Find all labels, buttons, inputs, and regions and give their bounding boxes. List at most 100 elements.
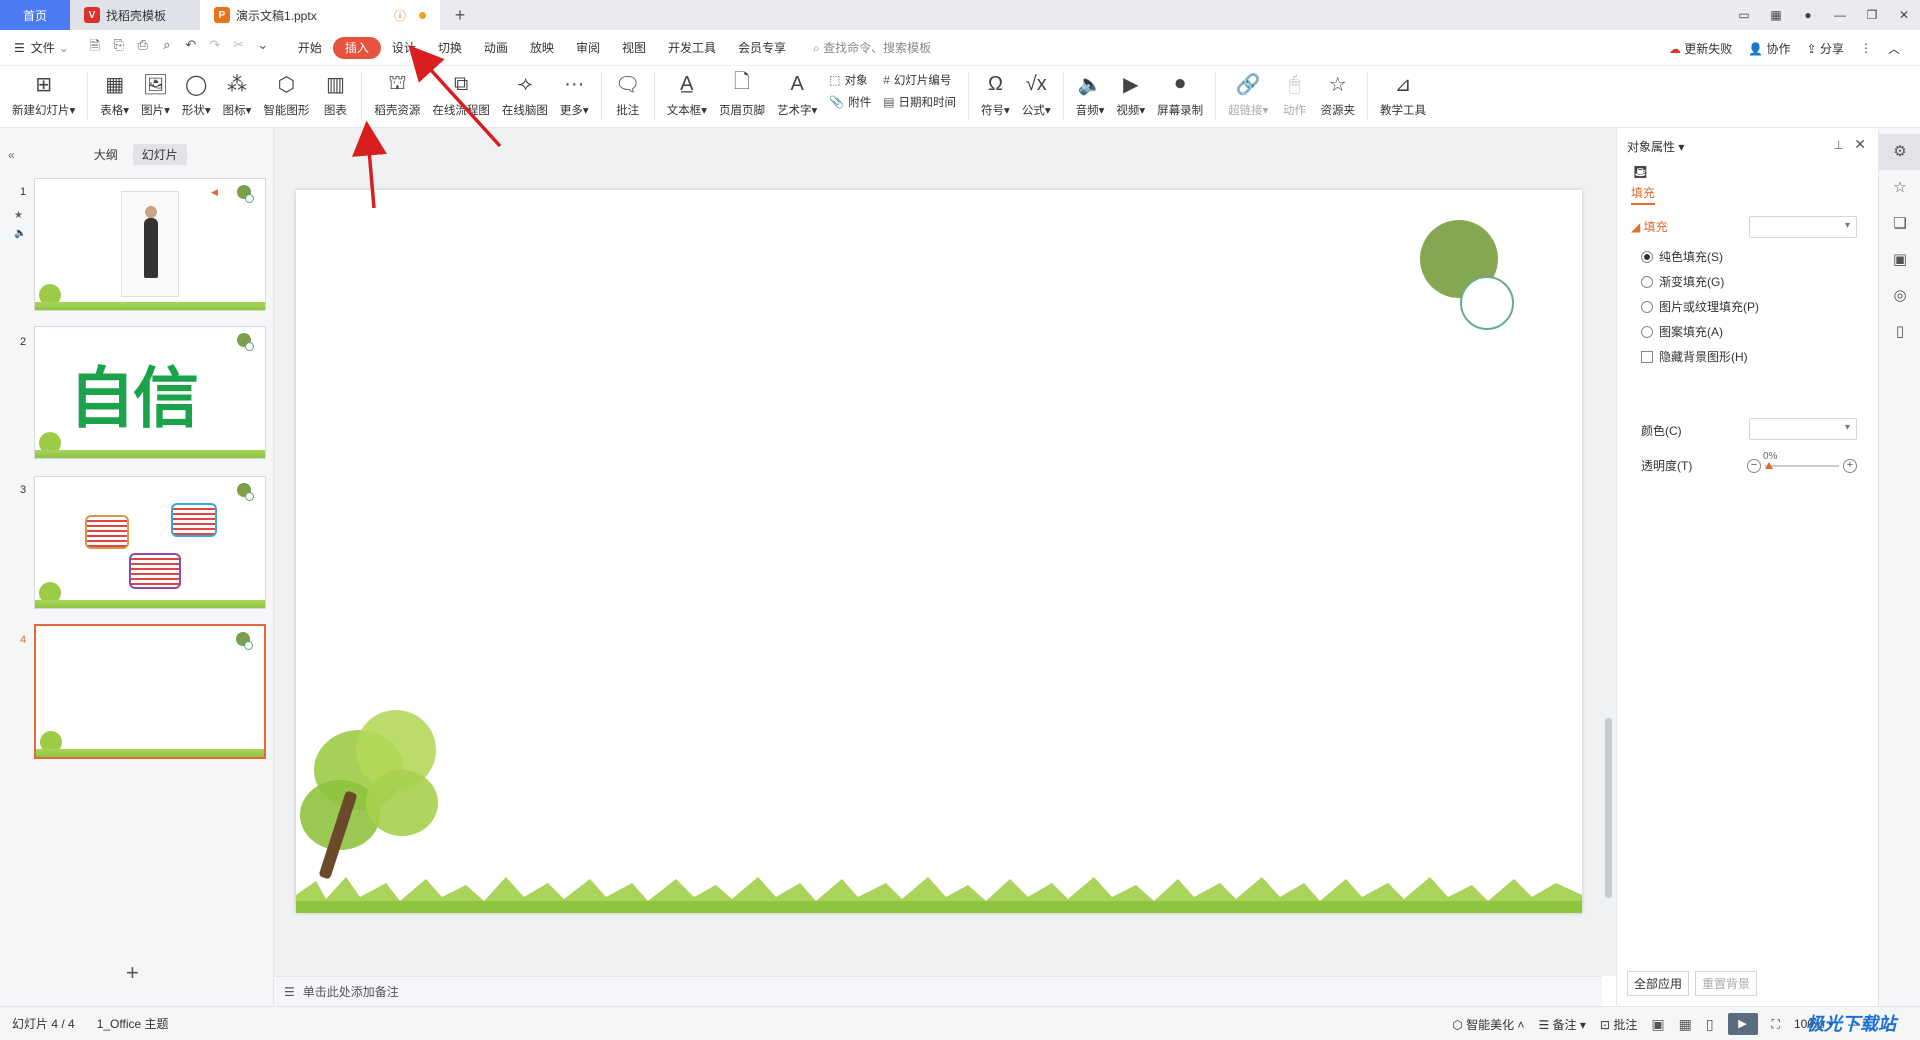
tab-fill[interactable]: 填充 xyxy=(1631,184,1656,205)
picture-tools-icon[interactable]: ▣ xyxy=(1879,242,1920,278)
panel-title[interactable]: 对象属性 ▾ xyxy=(1627,138,1684,155)
add-slide-button[interactable]: + xyxy=(126,960,139,986)
notes-toggle-button[interactable]: ☰ 备注 ▾ xyxy=(1538,1016,1585,1033)
normal-view-icon[interactable]: ▣ xyxy=(1651,1016,1664,1033)
menu-start[interactable]: 开始 xyxy=(287,37,333,59)
file-menu[interactable]: ☰ 文件 ⌄ xyxy=(14,39,69,56)
print-icon[interactable]: ⎙ xyxy=(131,37,155,59)
tab-slides[interactable]: 幻灯片 xyxy=(132,144,187,165)
transparency-slider[interactable]: − 0% + xyxy=(1747,451,1857,473)
color-select[interactable] xyxy=(1749,418,1857,440)
tab-presentation[interactable]: P 演示文稿1.pptx ⓘ xyxy=(200,0,440,30)
radio-gradient-fill[interactable]: 渐变填充(G) xyxy=(1641,273,1724,290)
plus-icon[interactable]: + xyxy=(1843,459,1857,473)
menu-review[interactable]: 审阅 xyxy=(565,37,611,59)
reset-background-button[interactable]: 重置背景 xyxy=(1695,971,1758,996)
command-search[interactable]: ⌕ 查找命令、搜索模板 xyxy=(813,39,931,56)
comment-button[interactable]: 🗨 批注 xyxy=(608,66,648,118)
theme-name[interactable]: 1_Office 主题 xyxy=(97,1015,169,1032)
menu-view[interactable]: 视图 xyxy=(611,37,657,59)
avatar[interactable]: ● xyxy=(1792,8,1824,22)
attachment-button[interactable]: 📎 附件 xyxy=(829,94,871,110)
icon-button[interactable]: ⁂ 图标▾ xyxy=(217,66,258,118)
slider-track[interactable] xyxy=(1765,465,1839,467)
date-time-button[interactable]: ▤ 日期和时间 xyxy=(883,94,956,110)
notes-bar[interactable]: ☰ 单击此处添加备注 xyxy=(274,976,1602,1006)
fit-icon[interactable]: ⛶ xyxy=(1772,1017,1780,1032)
hyperlink-button[interactable]: 🔗 超链接▾ xyxy=(1222,66,1274,118)
grid-icon[interactable]: ▦ xyxy=(1760,8,1792,22)
pin-icon[interactable]: ⊥ xyxy=(1834,138,1844,152)
slider-knob[interactable] xyxy=(1765,462,1773,469)
menu-insert[interactable]: 插入 xyxy=(332,36,381,59)
screen-record-button[interactable]: ⏺ 屏幕录制 xyxy=(1151,66,1209,118)
fill-preset-select[interactable] xyxy=(1749,216,1857,238)
symbol-button[interactable]: Ω 符号▾ xyxy=(975,66,1016,118)
animation-icon[interactable]: ☆ xyxy=(1879,170,1920,206)
scrollbar-thumb[interactable] xyxy=(1605,718,1612,898)
slide-thumbnail-selected[interactable] xyxy=(34,624,266,759)
shape-button[interactable]: ◯ 形状▾ xyxy=(176,66,217,118)
menu-slideshow[interactable]: 放映 xyxy=(519,37,565,59)
slide-number-button[interactable]: # 幻灯片编号 xyxy=(883,72,956,88)
vertical-scrollbar[interactable] xyxy=(1602,128,1616,976)
formula-button[interactable]: √x 公式▾ xyxy=(1016,66,1057,118)
minimize-icon[interactable]: — xyxy=(1824,8,1856,22)
online-flowchart-button[interactable]: ⧉ 在线流程图 xyxy=(426,66,496,118)
apply-all-button[interactable]: 全部应用 xyxy=(1627,971,1690,996)
layout-icon[interactable]: ▭ xyxy=(1728,8,1760,22)
menu-transition[interactable]: 切换 xyxy=(427,37,473,59)
new-slide-button[interactable]: ⊞ 新建幻灯片▾ xyxy=(6,66,81,118)
format-painter-icon[interactable]: ✂ xyxy=(227,37,251,59)
slide-thumbnail[interactable]: 自信 xyxy=(34,326,266,459)
table-button[interactable]: ▦ 表格▾ xyxy=(94,66,135,118)
menu-animation[interactable]: 动画 xyxy=(473,37,519,59)
play-slideshow-button[interactable]: ▶ xyxy=(1727,1013,1758,1035)
undo-icon[interactable]: ↶ xyxy=(179,37,203,59)
radio-pattern-fill[interactable]: 图案填充(A) xyxy=(1641,323,1723,340)
more-icon[interactable]: ⋮ xyxy=(1860,41,1872,55)
close-icon[interactable]: ✕ xyxy=(1888,8,1920,22)
collaborate-button[interactable]: 👤 协作 xyxy=(1748,40,1790,57)
textbox-button[interactable]: A̲ 文本框▾ xyxy=(661,66,713,118)
location-icon[interactable]: ◎ xyxy=(1879,278,1920,314)
radio-solid-fill[interactable]: 纯色填充(S) xyxy=(1641,248,1723,265)
tab-home[interactable]: 首页 xyxy=(0,0,70,30)
slide-thumbnail[interactable]: ◀ xyxy=(34,178,266,311)
new-tab-button[interactable]: + xyxy=(440,0,480,30)
teaching-tools-button[interactable]: ⊿ 教学工具 xyxy=(1374,66,1432,118)
close-icon[interactable]: ✕ xyxy=(1854,136,1866,153)
export-icon[interactable]: ⎘ xyxy=(107,37,131,59)
share-button[interactable]: ⇪ 分享 xyxy=(1807,40,1844,57)
book-icon[interactable]: ▯ xyxy=(1879,314,1920,350)
reading-view-icon[interactable]: ▯ xyxy=(1706,1016,1714,1033)
current-slide[interactable] xyxy=(296,190,1582,913)
tab-daoke-templates[interactable]: V 找稻壳模板 xyxy=(70,0,200,30)
redo-icon[interactable]: ↷ xyxy=(203,37,227,59)
minus-icon[interactable]: − xyxy=(1747,459,1761,473)
collapse-ribbon-icon[interactable]: ︿ xyxy=(1888,40,1900,57)
picture-button[interactable]: 🖼 图片▾ xyxy=(135,66,176,118)
audio-button[interactable]: 🔈 音频▾ xyxy=(1070,66,1111,118)
transition-icon[interactable]: ❏ xyxy=(1879,206,1920,242)
restore-icon[interactable]: ❐ xyxy=(1856,8,1888,22)
smart-beautify-button[interactable]: ⬡ 智能美化 ˄ xyxy=(1452,1016,1524,1033)
video-button[interactable]: ▶ 视频▾ xyxy=(1110,66,1151,118)
header-footer-button[interactable]: 🗋 页眉页脚 xyxy=(713,66,771,118)
radio-picture-fill[interactable]: 图片或纹理填充(P) xyxy=(1641,298,1759,315)
action-button[interactable]: 🖱 动作 xyxy=(1274,66,1314,118)
online-mindmap-button[interactable]: ⟢ 在线脑图 xyxy=(496,66,554,118)
resource-folder-button[interactable]: ☆ 资源夹 xyxy=(1314,66,1361,118)
preview-icon[interactable]: ⌕ xyxy=(155,37,179,59)
tab-outline[interactable]: 大纲 xyxy=(85,144,127,165)
collapse-panel-icon[interactable]: « xyxy=(8,148,15,162)
hide-background-checkbox[interactable]: 隐藏背景图形(H) xyxy=(1641,348,1748,365)
comments-toggle-button[interactable]: ⊡ 批注 xyxy=(1600,1016,1637,1033)
daoke-resource-button[interactable]: ⛫ 稻壳资源 xyxy=(368,66,426,118)
slide-thumbnail[interactable] xyxy=(34,476,266,609)
customize-icon[interactable]: ⌄ xyxy=(251,37,275,59)
fill-section-header[interactable]: ◢ 填充 xyxy=(1631,218,1668,235)
wordart-button[interactable]: A 艺术字▾ xyxy=(771,66,823,118)
update-failed-button[interactable]: ☁ 更新失败 xyxy=(1669,40,1732,57)
smart-graphic-button[interactable]: ⬡ 智能图形 xyxy=(257,66,315,118)
